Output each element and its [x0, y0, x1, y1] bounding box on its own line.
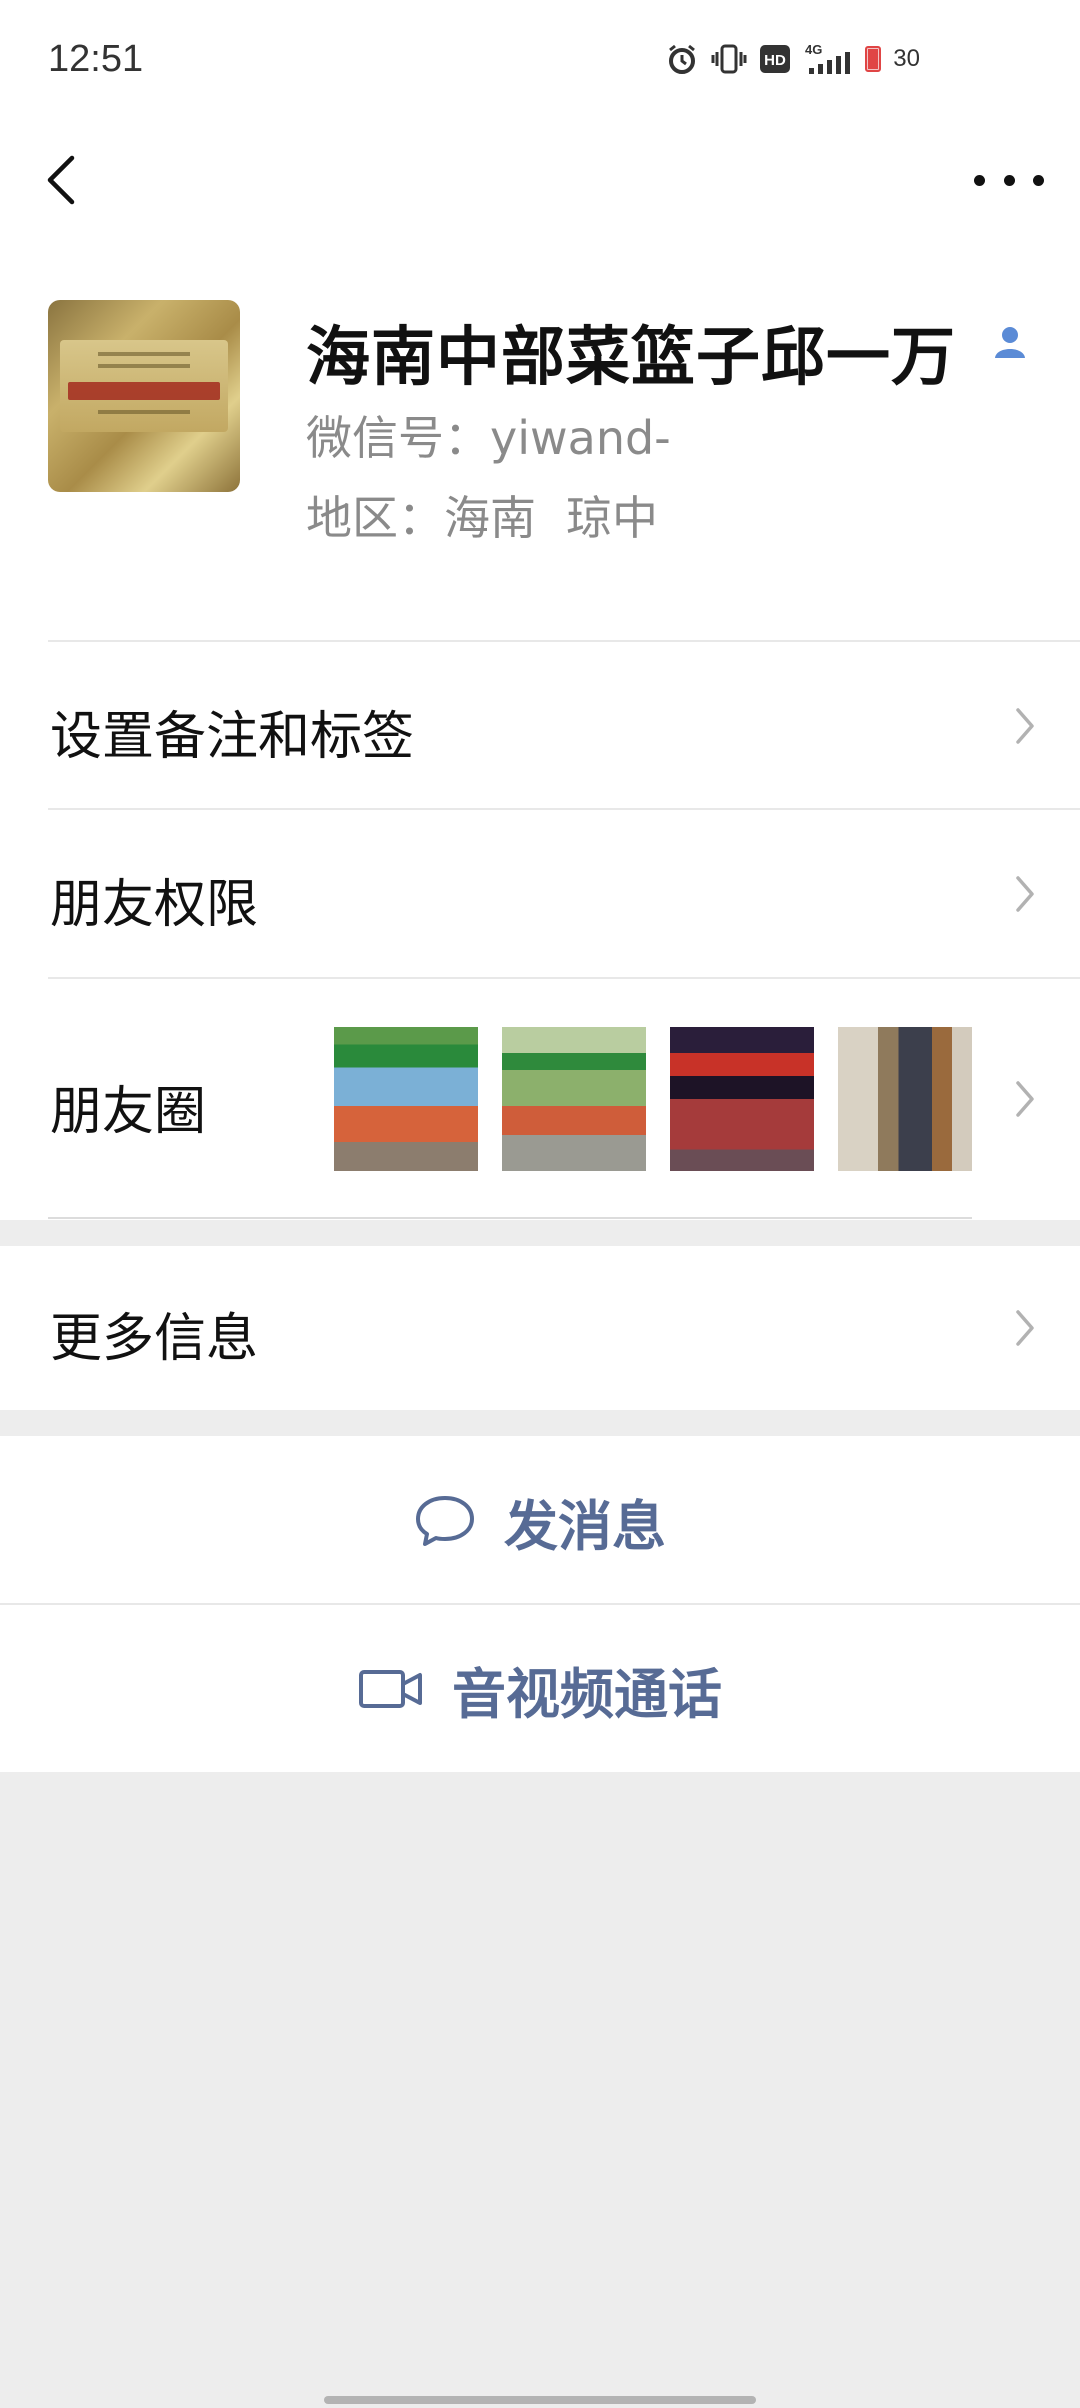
video-camera-icon — [359, 1670, 422, 1708]
hd-icon: HD — [759, 44, 791, 74]
friend-permissions-row[interactable]: 朋友权限 — [0, 810, 1080, 978]
moments-thumbnail — [838, 1027, 972, 1171]
signal-icon: 4G — [803, 42, 853, 76]
more-info-row[interactable]: 更多信息 — [0, 1246, 1080, 1410]
chevron-right-icon — [1016, 876, 1034, 912]
section-gap — [0, 1220, 1080, 1246]
chevron-right-icon — [1016, 1081, 1034, 1117]
moments-thumbnail — [670, 1027, 814, 1171]
network-label: 4G — [805, 42, 822, 57]
divider — [0, 1603, 1080, 1605]
battery-icon — [865, 46, 882, 72]
more-dots-icon — [974, 174, 985, 186]
region-city: 琼中 — [566, 491, 658, 545]
vibrate-icon — [711, 42, 747, 76]
moments-thumbnail — [502, 1027, 646, 1171]
section-gap — [0, 1410, 1080, 1436]
contact-name: 海南中部菜篮子邱一万 — [306, 321, 956, 395]
moments-label: 朋友圈 — [50, 1082, 207, 1142]
back-button[interactable] — [40, 150, 84, 210]
avatar-plaque-line — [98, 364, 190, 368]
moments-thumbnails — [334, 1027, 972, 1171]
wechat-id: 微信号：yiwand- — [306, 411, 671, 465]
remark-tags-row[interactable]: 设置备注和标签 — [0, 642, 1080, 810]
region-label: 地区： — [306, 491, 444, 545]
home-indicator[interactable] — [324, 2396, 756, 2404]
more-dot — [1033, 174, 1044, 186]
status-icons: HD 4G 30 — [665, 42, 920, 76]
status-time: 12:51 — [48, 38, 144, 80]
remark-tags-label: 设置备注和标签 — [50, 707, 415, 767]
chevron-right-icon — [1016, 708, 1034, 744]
video-call-button[interactable]: 音视频通话 — [0, 1606, 1080, 1772]
video-call-label: 音视频通话 — [452, 1662, 722, 1726]
avatar[interactable] — [48, 300, 240, 492]
person-icon — [990, 322, 1030, 362]
friend-permissions-label: 朋友权限 — [50, 875, 259, 935]
alarm-icon — [665, 42, 699, 76]
avatar-plaque-line — [98, 352, 190, 356]
more-button[interactable] — [974, 160, 1044, 200]
send-message-label: 发消息 — [504, 1494, 666, 1558]
svg-text:HD: HD — [764, 52, 786, 69]
chat-bubble-icon — [416, 1496, 474, 1546]
battery-level: 30 — [893, 45, 920, 72]
avatar-plaque-line — [98, 410, 190, 414]
avatar-plaque-title — [68, 382, 220, 400]
divider — [48, 1217, 972, 1219]
more-info-label: 更多信息 — [50, 1309, 259, 1369]
chevron-left-icon — [47, 155, 75, 205]
more-dot — [1003, 174, 1015, 186]
send-message-button[interactable]: 发消息 — [0, 1438, 1080, 1604]
region: 地区：海南 琼中 — [306, 482, 688, 548]
region-province: 海南 — [444, 491, 536, 545]
moments-thumbnail — [334, 1027, 478, 1171]
status-bar: 12:51 HD 4G 30 — [0, 0, 1080, 120]
chevron-right-icon — [1016, 1310, 1034, 1346]
